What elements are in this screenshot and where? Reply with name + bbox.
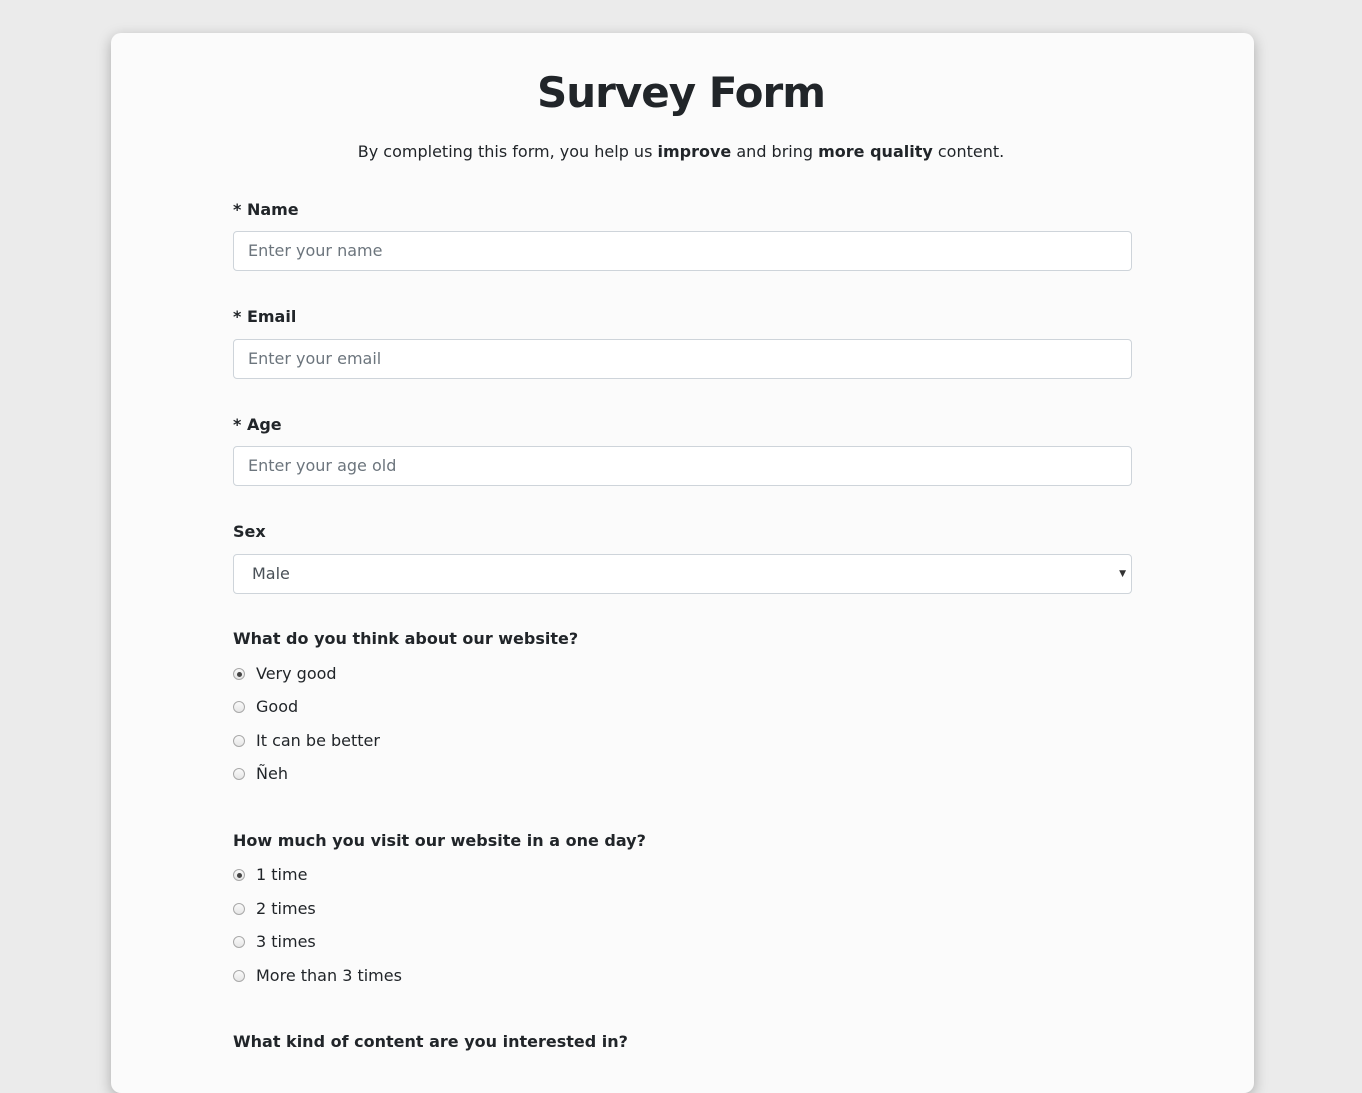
sex-selected-value: Male: [252, 564, 290, 583]
description-text: and bring: [731, 142, 819, 161]
radio-button[interactable]: [233, 970, 245, 982]
name-placeholder: Enter your name: [248, 241, 383, 260]
description-emphasis-quality: more quality: [818, 142, 933, 161]
radio-label: It can be better: [256, 731, 380, 750]
visits-question-label: How much you visit our website in a one …: [233, 831, 646, 850]
email-label: * Email: [233, 307, 297, 326]
radio-label: Good: [256, 697, 299, 716]
radio-label: 3 times: [256, 932, 316, 951]
page-description: By completing this form, you help us imp…: [0, 140, 1362, 164]
radio-button[interactable]: [233, 869, 245, 881]
opinion-question-label: What do you think about our website?: [233, 629, 579, 648]
age-placeholder: Enter your age old: [248, 456, 397, 475]
description-text: content.: [932, 142, 1005, 161]
description-text: By completing this form, you help us: [357, 142, 658, 161]
radio-button[interactable]: [233, 936, 245, 948]
sex-label: Sex: [233, 522, 266, 541]
radio-button[interactable]: [233, 735, 245, 747]
radio-label: Ñeh: [256, 764, 288, 783]
age-label: * Age: [233, 415, 282, 434]
name-label: * Name: [233, 200, 299, 219]
name-input[interactable]: Enter your name: [233, 231, 1132, 271]
radio-button[interactable]: [233, 701, 245, 713]
sex-select[interactable]: Male ▼: [233, 554, 1132, 594]
radio-label: 2 times: [256, 899, 316, 918]
email-placeholder: Enter your email: [248, 349, 382, 368]
email-input[interactable]: Enter your email: [233, 339, 1132, 379]
page-title: Survey Form: [536, 68, 826, 117]
radio-button[interactable]: [233, 768, 245, 780]
radio-label: More than 3 times: [256, 966, 402, 985]
description-emphasis-improve: improve: [657, 142, 732, 161]
content-question-label: What kind of content are you interested …: [233, 1032, 628, 1051]
radio-button[interactable]: [233, 903, 245, 915]
chevron-down-icon: ▼: [1119, 569, 1126, 579]
age-input[interactable]: Enter your age old: [233, 446, 1132, 486]
radio-label: Very good: [256, 664, 337, 683]
radio-label: 1 time: [256, 865, 308, 884]
radio-button[interactable]: [233, 668, 245, 680]
